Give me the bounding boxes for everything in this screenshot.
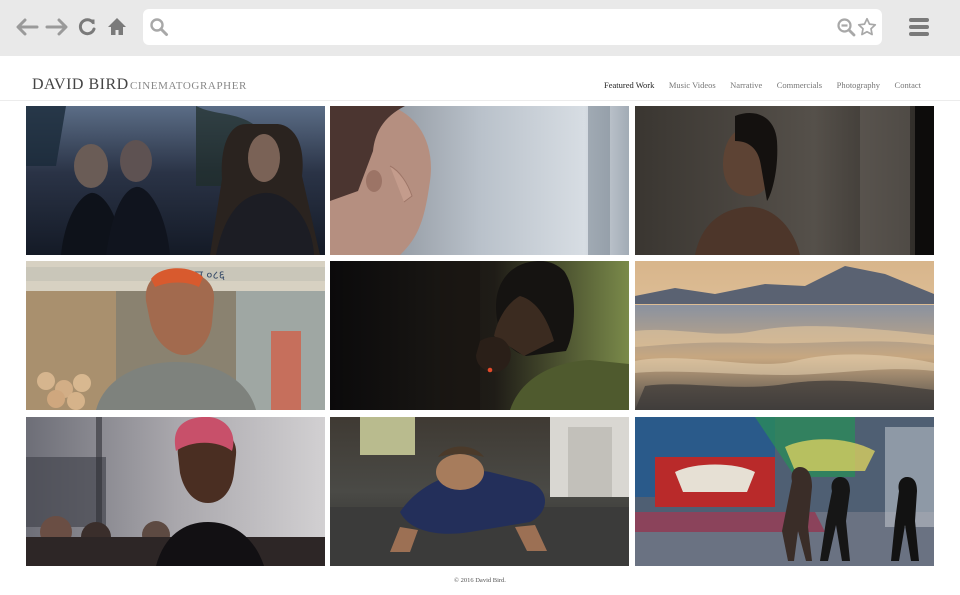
zoom-out-icon[interactable]: [836, 17, 856, 37]
address-bar[interactable]: [143, 9, 882, 45]
gallery-tile-woman-headwrap[interactable]: [26, 417, 325, 566]
star-icon[interactable]: [857, 17, 877, 37]
nav-photography[interactable]: Photography: [837, 80, 880, 90]
gallery-tile-frozen-lake[interactable]: [635, 261, 934, 410]
main-nav: Featured Work Music Videos Narrative Com…: [589, 80, 921, 90]
back-arrow-icon[interactable]: [14, 14, 40, 40]
gallery-tile-man-smoking[interactable]: [330, 261, 629, 410]
gallery-tile-woman-profile[interactable]: [330, 106, 629, 255]
hamburger-menu-icon[interactable]: [906, 14, 932, 40]
gallery-tile-shopkeeper[interactable]: ान ०८६: [26, 261, 325, 410]
gallery-tile-graffiti-wall[interactable]: [635, 417, 934, 566]
forward-arrow-icon[interactable]: [44, 14, 70, 40]
search-icon: [149, 17, 169, 37]
reload-icon[interactable]: [74, 14, 100, 40]
nav-narrative[interactable]: Narrative: [730, 80, 762, 90]
gallery-tile-woman-shadow[interactable]: [635, 106, 934, 255]
gallery-tile-band-portrait[interactable]: [26, 106, 325, 255]
featured-work-gallery: ान ०८६: [26, 106, 934, 566]
site-logo[interactable]: DAVID BIRD: [32, 76, 129, 94]
nav-featured-work[interactable]: Featured Work: [604, 80, 654, 90]
browser-toolbar: [0, 0, 960, 56]
footer-copyright: © 2016 David Bird.: [454, 577, 506, 584]
gallery-tile-man-pushup[interactable]: [330, 417, 629, 566]
nav-commercials[interactable]: Commercials: [777, 80, 822, 90]
home-icon[interactable]: [104, 14, 130, 40]
site-header: [0, 56, 960, 101]
nav-music-videos[interactable]: Music Videos: [669, 80, 716, 90]
site-tagline: CINEMATOGRAPHER: [130, 80, 247, 92]
nav-contact[interactable]: Contact: [895, 80, 921, 90]
